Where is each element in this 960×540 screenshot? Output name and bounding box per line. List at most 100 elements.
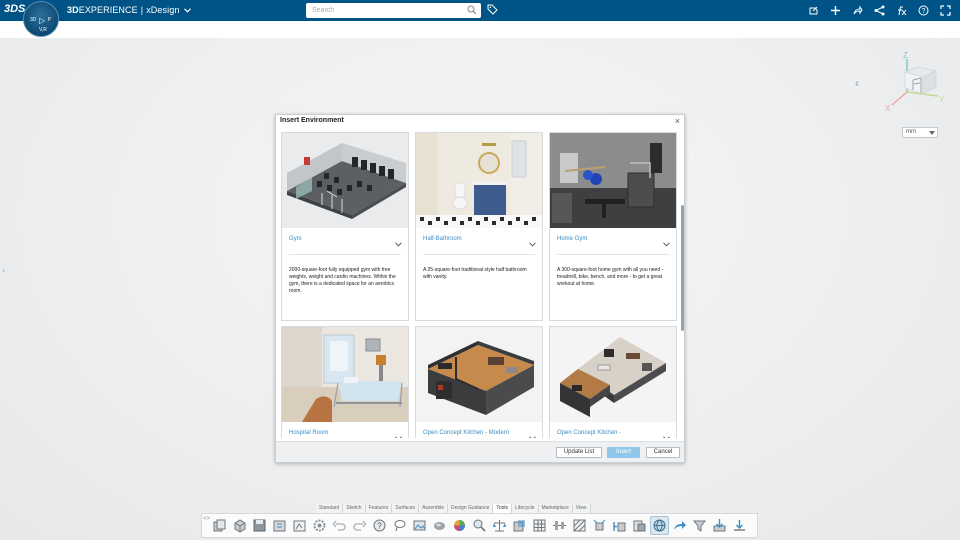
card-title[interactable]: Hospital Room — [289, 430, 328, 436]
cancel-button[interactable]: Cancel — [646, 447, 680, 458]
image-icon[interactable] — [410, 516, 429, 535]
plus-icon[interactable] — [824, 3, 846, 18]
update-list-button[interactable]: Update List — [556, 447, 602, 458]
balance-icon[interactable] — [490, 516, 509, 535]
card-title[interactable]: Open Concept Kitchen - Modern — [423, 430, 509, 436]
chevron-down-icon[interactable] — [395, 242, 402, 247]
transform-icon[interactable] — [590, 516, 609, 535]
lasso-icon[interactable] — [390, 516, 409, 535]
chevron-down-icon[interactable] — [529, 436, 536, 438]
insert-button[interactable]: Insert — [607, 447, 640, 458]
card-divider — [557, 254, 669, 255]
environment-card-kitchen[interactable]: Open Concept Kitchen - — [549, 326, 677, 438]
action-bar-toolbar: ? — [201, 513, 758, 538]
chevron-down-icon[interactable] — [663, 436, 670, 438]
environment-grid: Gym 2000-square-foot fully equipped gym … — [281, 132, 679, 438]
action-bar-toggle[interactable]: <> — [203, 516, 210, 522]
tab-lifecycle[interactable]: Lifecycle — [512, 504, 539, 513]
tab-features[interactable]: Features — [365, 504, 393, 513]
redo-icon[interactable] — [350, 516, 369, 535]
help-icon[interactable]: ? — [370, 516, 389, 535]
tab-sketch[interactable]: Sketch — [343, 504, 366, 513]
view-cube[interactable]: Z X Y — [880, 50, 946, 112]
app-name-dropdown[interactable]: xDesign — [146, 5, 179, 15]
section-icon[interactable] — [510, 516, 529, 535]
hospital-room-thumbnail — [282, 327, 408, 422]
chevron-down-icon[interactable] — [184, 8, 191, 13]
kitchen-thumbnail — [550, 327, 676, 422]
gym-thumbnail — [282, 133, 408, 228]
environment-card-gym[interactable]: Gym 2000-square-foot fully equipped gym … — [281, 132, 409, 321]
compass-play-icon[interactable]: ▷ — [39, 16, 45, 25]
library-icon[interactable] — [630, 516, 649, 535]
share-arrow-icon[interactable] — [670, 516, 689, 535]
hatch-icon[interactable] — [570, 516, 589, 535]
copy-icon[interactable] — [210, 516, 229, 535]
card-title[interactable]: Gym — [289, 236, 302, 242]
expand-icon[interactable] — [934, 3, 956, 18]
collapse-arrow-icon[interactable]: ‹ — [855, 76, 859, 90]
dialog-footer: Update List Insert Cancel — [276, 441, 684, 462]
compass-p[interactable]: P — [48, 17, 51, 23]
tab-design-guidance[interactable]: Design Guidance — [448, 504, 494, 513]
card-description: A 25-square-foot traditional style half … — [423, 267, 527, 280]
chevron-down-icon[interactable] — [529, 242, 536, 247]
component-icon[interactable] — [230, 516, 249, 535]
filter-icon[interactable] — [690, 516, 709, 535]
grid-icon[interactable] — [530, 516, 549, 535]
align-icon[interactable] — [550, 516, 569, 535]
network-icon[interactable] — [868, 3, 890, 18]
compass-va[interactable]: V,R — [39, 27, 47, 33]
environment-card-kitchen-modern[interactable]: Open Concept Kitchen - Modern — [415, 326, 543, 438]
settings-icon[interactable] — [310, 516, 329, 535]
tab-marketplace[interactable]: Marketplace — [538, 504, 573, 513]
drawing-icon[interactable] — [290, 516, 309, 535]
undo-icon[interactable] — [330, 516, 349, 535]
environment-card-hospital-room[interactable]: Hospital Room — [281, 326, 409, 438]
axis-x-label: X — [885, 104, 891, 112]
tab-surfaces[interactable]: Surfaces — [392, 504, 420, 513]
svg-text:?: ? — [921, 8, 925, 15]
inspect-icon[interactable] — [470, 516, 489, 535]
axis-z-label: Z — [903, 51, 908, 60]
card-title[interactable]: Half-Bathroom — [423, 236, 462, 242]
tab-tools[interactable]: Tools — [493, 504, 513, 513]
insert-environment-icon[interactable] — [650, 516, 669, 535]
environment-card-half-bathroom[interactable]: Half-Bathroom A 25-square-foot tradition… — [415, 132, 543, 321]
compass-3d[interactable]: 3D — [30, 17, 36, 23]
import-icon[interactable] — [710, 516, 729, 535]
brand-separator: | — [140, 5, 144, 15]
close-icon[interactable]: × — [675, 116, 680, 126]
material-icon[interactable] — [430, 516, 449, 535]
home-gym-thumbnail — [550, 133, 676, 228]
appearance-icon[interactable] — [450, 516, 469, 535]
unit-select[interactable]: mm — [902, 127, 938, 138]
card-description: A 300-square-foot home gym with all you … — [557, 267, 664, 287]
measure-icon[interactable] — [270, 516, 289, 535]
fx-icon[interactable] — [890, 3, 912, 18]
download-icon[interactable] — [730, 516, 749, 535]
tab-standard[interactable]: Standard — [316, 504, 344, 513]
card-title[interactable]: Open Concept Kitchen - — [557, 430, 621, 436]
compass-widget[interactable]: 3D ▷ P V,R — [23, 1, 59, 37]
half-bathroom-thumbnail — [416, 133, 542, 228]
tab-assemble[interactable]: Assemble — [419, 504, 449, 513]
share-icon[interactable] — [802, 3, 824, 18]
environment-card-home-gym[interactable]: Home Gym A 300-square-foot home gym with… — [549, 132, 677, 321]
top-bar: 3DS 3DEXPERIENCE | xDesign Search ? — [0, 0, 960, 21]
share-arrow-icon[interactable] — [846, 3, 868, 18]
search-input[interactable]: Search — [306, 3, 481, 18]
tag-icon[interactable] — [487, 4, 498, 15]
help-icon[interactable]: ? — [912, 3, 934, 18]
tab-view[interactable]: View — [572, 504, 591, 513]
action-bar-tabs: Standard Sketch Features Surfaces Assemb… — [316, 504, 591, 513]
save-icon[interactable] — [250, 516, 269, 535]
search-icon[interactable] — [467, 5, 477, 15]
chevron-down-icon[interactable] — [395, 436, 402, 438]
card-title[interactable]: Home Gym — [557, 236, 587, 242]
axis-y-label: Y — [939, 95, 945, 104]
scrollbar-thumb[interactable] — [681, 205, 684, 331]
side-panel-arrow-icon[interactable]: › — [2, 265, 5, 275]
insert-component-icon[interactable] — [610, 516, 629, 535]
chevron-down-icon[interactable] — [663, 242, 670, 247]
